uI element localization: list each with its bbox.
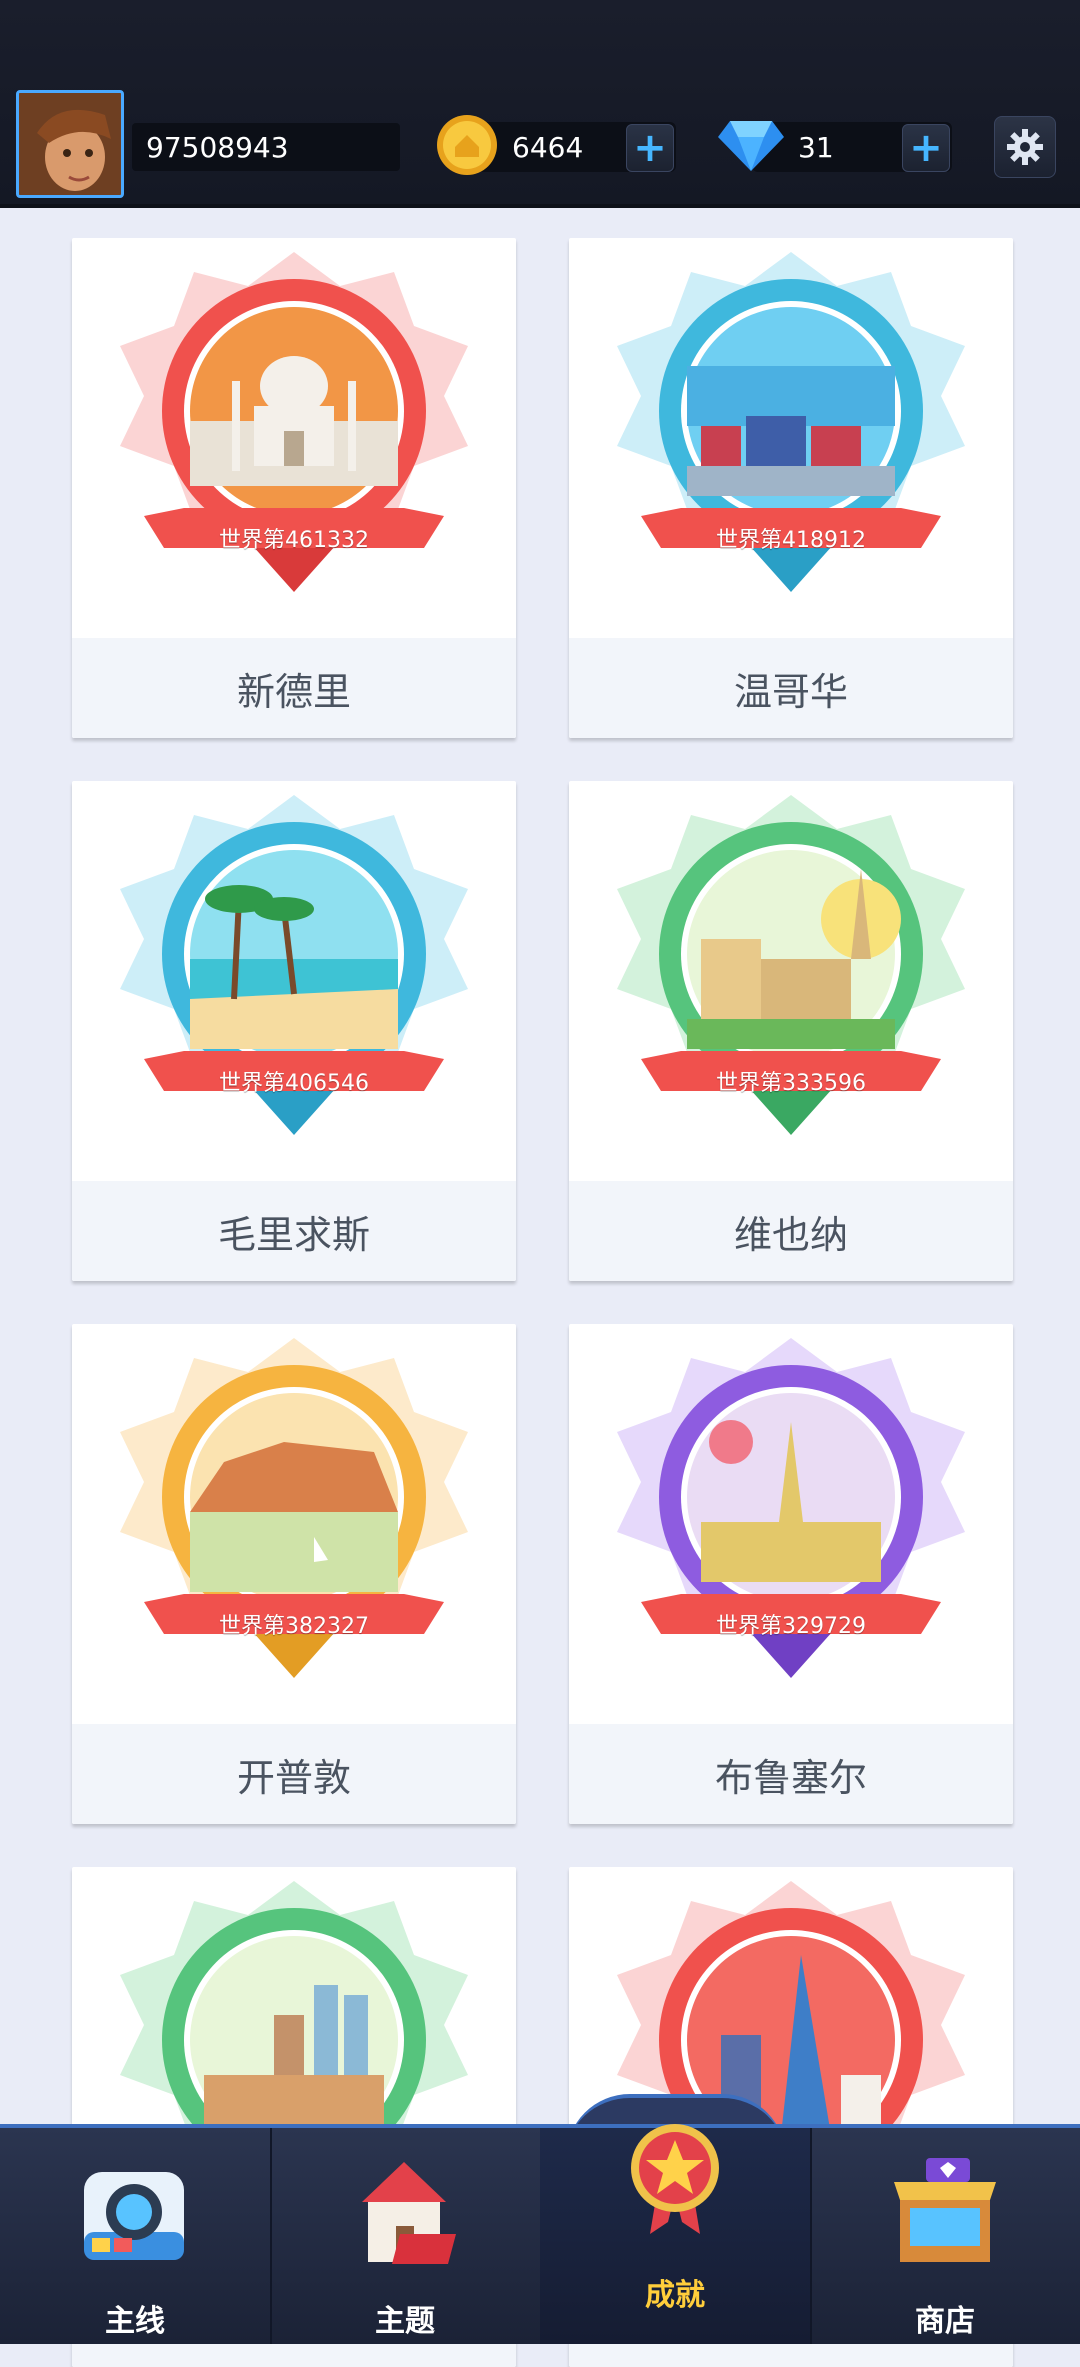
coin-count: 6464 (512, 131, 584, 164)
gem-icon (718, 121, 784, 171)
achievement-card-brussels[interactable]: 世界第329729 布鲁塞尔 (569, 1324, 1013, 1824)
rank-label: 世界第329729 (716, 1614, 866, 1639)
coin-icon (437, 115, 497, 175)
bottom-nav: 主线 主题 成就 商店 (0, 2124, 1080, 2344)
rank-label: 世界第461332 (219, 528, 369, 553)
city-name: 温哥华 (569, 638, 1013, 738)
shop-icon (894, 2158, 996, 2262)
tab-achievement-label: 成就 (645, 2278, 705, 2313)
achievement-card-cape-town[interactable]: 世界第382327 开普敦 (72, 1324, 516, 1824)
rank-label: 世界第333596 (716, 1071, 866, 1096)
gear-icon (1007, 129, 1043, 165)
achievement-card-new-delhi[interactable]: 世界第461332 新德里 (72, 238, 516, 738)
avatar[interactable] (16, 90, 124, 198)
house-icon (362, 2162, 456, 2264)
rank-label: 世界第418912 (716, 528, 866, 553)
city-name: 维也纳 (569, 1181, 1013, 1281)
tab-main-label: 主线 (105, 2304, 165, 2339)
add-gems-button[interactable]: + (902, 124, 950, 172)
tab-shop[interactable]: 商店 (810, 2128, 1080, 2344)
city-name: 开普敦 (72, 1724, 516, 1824)
tab-theme[interactable]: 主题 (270, 2128, 542, 2344)
rank-label: 世界第382327 (219, 1614, 369, 1639)
player-score: 97508943 (146, 131, 289, 164)
top-bar: 97508943 6464 + 31 + (0, 0, 1080, 208)
avatar-image (19, 93, 121, 195)
star-medal-icon (631, 2124, 719, 2234)
achievement-card-vancouver[interactable]: 世界第418912 温哥华 (569, 238, 1013, 738)
camera-icon (84, 2172, 184, 2260)
city-name: 新德里 (72, 638, 516, 738)
settings-button[interactable] (994, 116, 1056, 178)
tab-theme-label: 主题 (375, 2304, 435, 2339)
tab-main[interactable]: 主线 (0, 2128, 272, 2344)
tab-shop-label: 商店 (915, 2304, 975, 2339)
gem-count: 31 (798, 131, 834, 164)
city-name: 布鲁塞尔 (569, 1724, 1013, 1824)
tab-achievement[interactable]: 成就 (540, 2124, 812, 2344)
rank-label: 世界第406546 (219, 1071, 369, 1096)
add-coins-button[interactable]: + (626, 124, 674, 172)
city-name: 毛里求斯 (72, 1181, 516, 1281)
achievement-card-vienna[interactable]: 世界第333596 维也纳 (569, 781, 1013, 1281)
achievement-card-mauritius[interactable]: 世界第406546 毛里求斯 (72, 781, 516, 1281)
